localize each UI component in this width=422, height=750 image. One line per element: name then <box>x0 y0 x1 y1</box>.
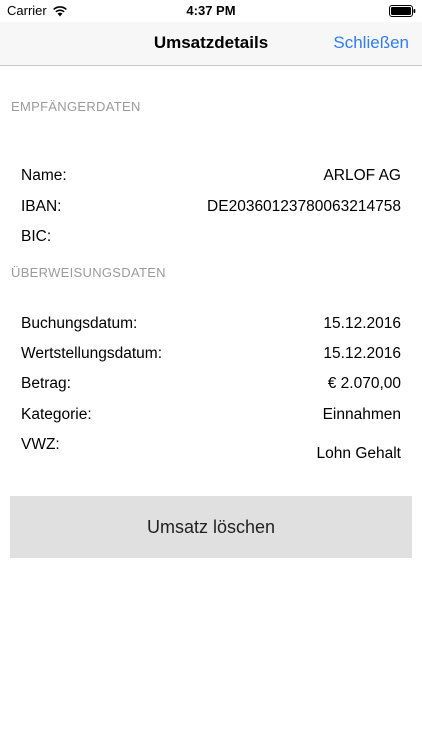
detail-label: IBAN: <box>21 198 62 215</box>
detail-label: Wertstellungsdatum: <box>21 345 162 362</box>
detail-label: Kategorie: <box>21 406 92 423</box>
detail-row-category: Kategorie: Einnahmen <box>21 406 401 428</box>
detail-label: Betrag: <box>21 375 71 392</box>
navigation-bar: Umsatzdetails Schließen <box>0 22 422 66</box>
detail-value: ARLOF AG <box>323 167 401 184</box>
detail-row-purpose: VWZ: Lohn Gehalt <box>21 436 401 468</box>
section-header-transfer: ÜBERWEISUNGSDATEN <box>11 265 166 280</box>
detail-row-amount: Betrag: € 2.070,00 <box>21 375 401 397</box>
detail-label: Name: <box>21 167 67 184</box>
detail-label: BIC: <box>21 228 52 245</box>
section-header-recipient: EMPFÄNGERDATEN <box>11 99 141 114</box>
detail-row-name: Name: ARLOF AG <box>21 167 401 189</box>
detail-value: 15.12.2016 <box>323 345 401 362</box>
delete-transaction-button[interactable]: Umsatz löschen <box>10 496 412 558</box>
detail-value: Einnahmen <box>322 406 401 423</box>
detail-row-iban: IBAN: DE20360123780063214758 <box>21 198 401 220</box>
status-bar: Carrier 4:37 PM <box>0 0 422 22</box>
detail-label: VWZ: <box>21 436 60 453</box>
detail-row-booking-date: Buchungsdatum: 15.12.2016 <box>21 315 401 337</box>
detail-value: Lohn Gehalt <box>316 445 401 462</box>
battery-icon <box>389 5 416 17</box>
detail-value: 15.12.2016 <box>323 315 401 332</box>
detail-row-bic: BIC: <box>21 228 401 250</box>
detail-value: DE20360123780063214758 <box>207 198 401 215</box>
detail-row-value-date: Wertstellungsdatum: 15.12.2016 <box>21 345 401 367</box>
close-button[interactable]: Schließen <box>333 33 409 53</box>
status-time: 4:37 PM <box>186 3 236 18</box>
detail-label: Buchungsdatum: <box>21 315 138 332</box>
detail-value: € 2.070,00 <box>327 375 401 392</box>
